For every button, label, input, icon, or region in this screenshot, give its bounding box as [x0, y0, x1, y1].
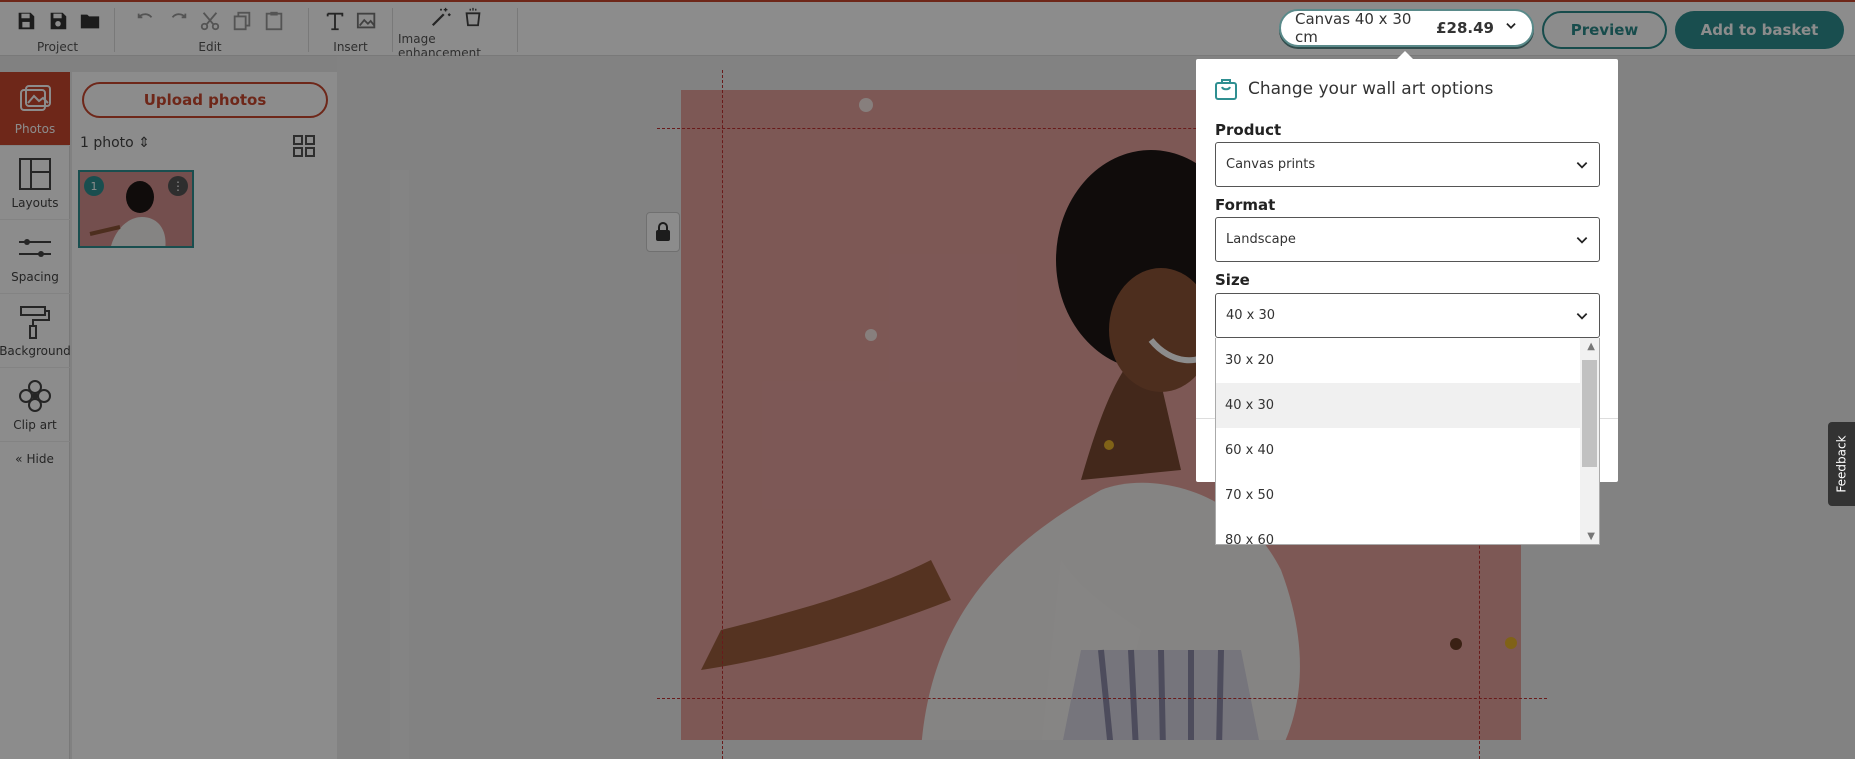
format-field-label: Format: [1215, 196, 1276, 214]
format-select-value: Landscape: [1226, 232, 1296, 247]
product-price: £28.49: [1436, 19, 1494, 37]
chevron-down-icon: [1576, 312, 1588, 320]
size-select[interactable]: 40 x 30: [1215, 293, 1600, 338]
size-select-value: 40 x 30: [1226, 308, 1276, 323]
chevron-down-icon: [1576, 161, 1588, 169]
feedback-label: Feedback: [1834, 435, 1849, 493]
size-option[interactable]: 30 x 20: [1216, 338, 1599, 383]
size-dropdown-list[interactable]: 30 x 20 40 x 30 60 x 40 70 x 50 80 x 60 …: [1215, 338, 1600, 545]
product-select[interactable]: Canvas prints: [1215, 142, 1600, 187]
scroll-down-icon[interactable]: ▼: [1587, 531, 1595, 542]
size-option[interactable]: 60 x 40: [1216, 428, 1599, 473]
product-field-label: Product: [1215, 121, 1282, 139]
scroll-up-icon[interactable]: ▲: [1587, 341, 1595, 352]
popover-title-text: Change your wall art options: [1248, 79, 1494, 99]
size-field-label: Size: [1215, 271, 1250, 289]
chevron-down-icon: [1576, 236, 1588, 244]
size-option[interactable]: 80 x 60: [1216, 518, 1599, 544]
product-select-value: Canvas prints: [1226, 157, 1316, 172]
chevron-down-icon: [1504, 19, 1518, 37]
popover-title: Change your wall art options: [1214, 77, 1493, 101]
size-option[interactable]: 70 x 50: [1216, 473, 1599, 518]
size-option-selected[interactable]: 40 x 30: [1216, 383, 1599, 428]
dropdown-scroll-thumb[interactable]: [1582, 360, 1597, 467]
feedback-tab[interactable]: Feedback: [1828, 422, 1855, 506]
format-select[interactable]: Landscape: [1215, 217, 1600, 262]
shopping-bag-icon: [1215, 79, 1237, 100]
dropdown-scrollbar[interactable]: ▲ ▼: [1580, 338, 1599, 544]
product-name: Canvas 40 x 30 cm: [1295, 10, 1412, 46]
product-selector-pill-active[interactable]: Canvas 40 x 30 cm £28.49: [1279, 9, 1534, 47]
